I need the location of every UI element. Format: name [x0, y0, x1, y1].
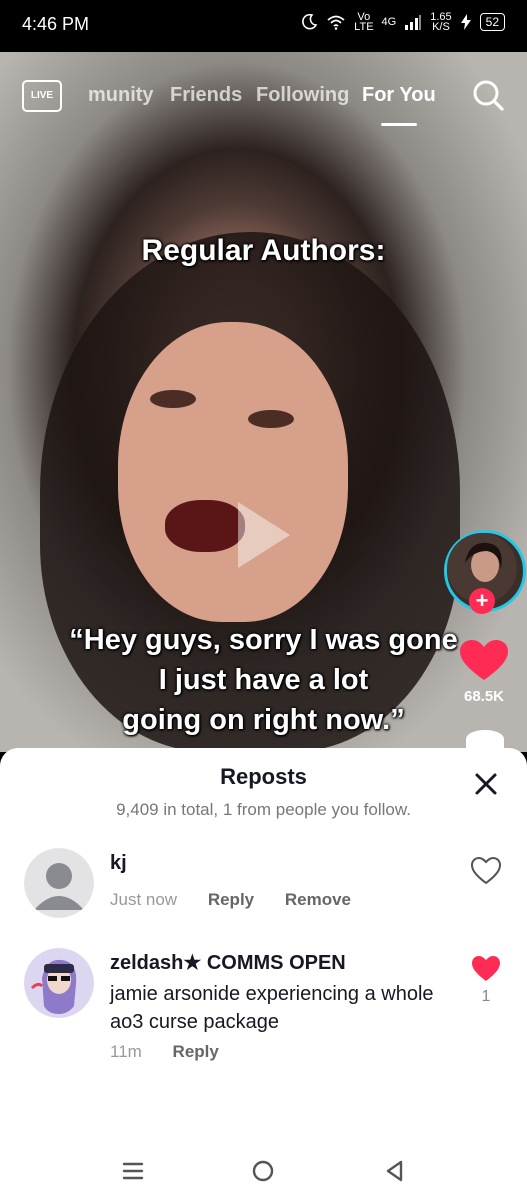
live-icon[interactable]: LIVE [22, 80, 62, 112]
system-nav-bar [0, 1140, 527, 1200]
remove-button[interactable]: Remove [285, 890, 351, 909]
heart-filled-icon[interactable] [470, 954, 502, 984]
default-avatar-icon [24, 848, 94, 918]
reposts-sheet: Reposts 9,409 in total, 1 from people yo… [0, 748, 527, 1200]
comment-time: 11m [110, 1042, 142, 1061]
moon-icon [302, 13, 318, 30]
tab-community[interactable]: munity [88, 84, 154, 107]
caption-line: “Hey guys, sorry I was gone [69, 624, 458, 656]
menu-icon[interactable] [120, 1158, 146, 1184]
wifi-icon [327, 15, 345, 30]
comment-time: Just now [110, 890, 178, 909]
speed-unit: K/S [432, 21, 450, 33]
tab-friends[interactable]: Friends [170, 84, 242, 107]
heart-icon[interactable] [460, 640, 508, 682]
search-icon[interactable] [471, 78, 505, 112]
battery-level: 52 [479, 13, 505, 31]
reply-button[interactable]: Reply [208, 890, 254, 909]
comment-author[interactable]: kj [110, 852, 127, 875]
close-icon[interactable] [474, 772, 498, 796]
comment-meta: 11m Reply [110, 1042, 245, 1062]
avatar[interactable] [24, 948, 94, 1018]
charging-icon [460, 14, 471, 30]
network-volte: Vo LTE [354, 12, 374, 33]
caption-line: going on right now.” [122, 704, 405, 736]
net-speed: 1.65 K/S [430, 12, 451, 33]
top-nav: LIVE munity Friends Following For You [0, 78, 527, 126]
status-indicators: Vo LTE 4G 1.65 K/S 52 [300, 12, 505, 33]
active-tab-indicator [381, 123, 417, 126]
caption-top: Regular Authors: [141, 234, 386, 267]
sheet-subtitle: 9,409 in total, 1 from people you follow… [116, 800, 411, 819]
like-count: 1 [481, 988, 491, 1005]
volte-bottom: LTE [354, 21, 374, 33]
tab-following[interactable]: Following [256, 84, 349, 107]
avatar-image [24, 948, 94, 1018]
comment-text: jamie arsonide experiencing a whole ao3 … [110, 983, 434, 1033]
reply-button[interactable]: Reply [173, 1042, 219, 1061]
video-lips [165, 500, 245, 552]
comment-author[interactable]: zeldash★ COMMS OPEN [110, 950, 346, 975]
play-icon[interactable] [234, 500, 294, 570]
follow-plus-button[interactable]: + [469, 588, 495, 614]
comment-icon[interactable] [466, 730, 504, 748]
video-eye-right [248, 410, 294, 428]
status-bar: 4:46 PM Vo LTE 4G 1.65 K/S 52 [0, 0, 527, 52]
tab-for-you[interactable]: For You [362, 84, 436, 107]
status-time: 4:46 PM [22, 14, 90, 34]
video-face-shape [118, 322, 348, 622]
signal-label: 4G [381, 16, 397, 28]
avatar[interactable] [24, 848, 94, 918]
signal-icon [405, 15, 422, 30]
like-count: 68.5K [463, 688, 505, 705]
comment-meta: Just now Reply Remove [110, 890, 377, 910]
video-eye-left [150, 390, 196, 408]
heart-outline-icon[interactable] [470, 856, 502, 886]
sheet-title: Reposts [220, 764, 307, 789]
home-circle-icon[interactable] [250, 1158, 276, 1184]
back-triangle-icon[interactable] [382, 1158, 408, 1184]
caption-bottom: “Hey guys, sorry I was gone I just have … [0, 620, 527, 740]
